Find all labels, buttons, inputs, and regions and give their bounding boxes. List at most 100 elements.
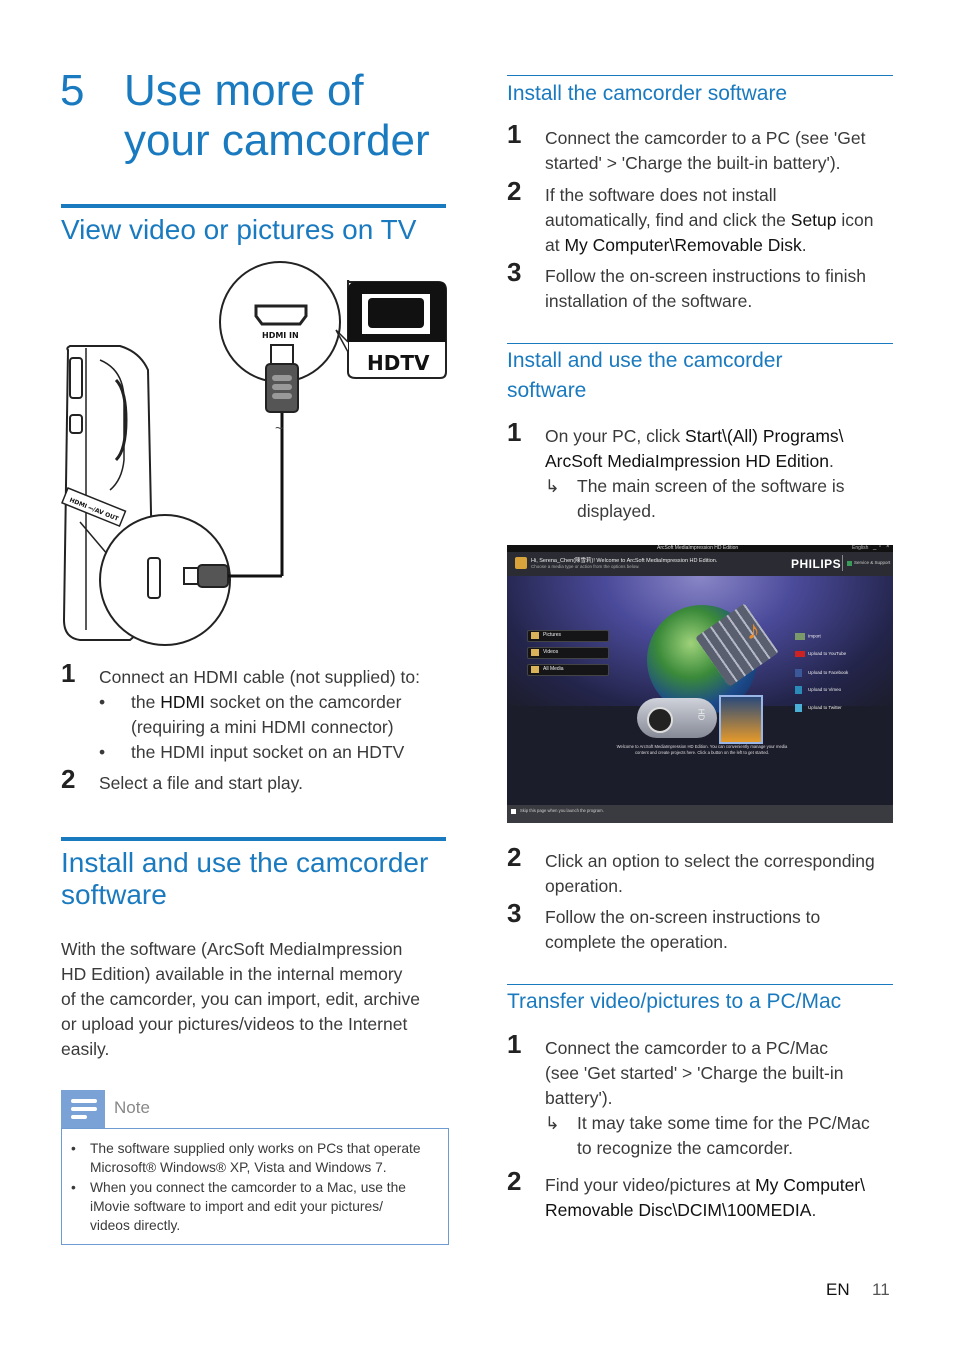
step-text: . [829, 451, 834, 471]
step-text: automatically, find and click the [545, 210, 791, 230]
button-label: All Media [543, 666, 564, 672]
note-text: Microsoft® Windows® XP, Vista and Window… [90, 1160, 387, 1175]
header-bar: Hi, Serena_Chen(陳雪莉)! Welcome to ArcSoft… [507, 552, 893, 576]
step-text: Connect the camcorder to a PC/Mac [545, 1038, 829, 1058]
minimize-icon[interactable]: _ [873, 545, 876, 550]
paragraph-line: or upload your pictures/videos to the In… [61, 1014, 408, 1034]
bullet-text: the HDMI input socket on an HDTV [131, 742, 405, 762]
close-icon[interactable]: × [886, 545, 890, 550]
note-icon [61, 1090, 105, 1128]
step-number: 3 [507, 257, 522, 287]
welcome-message: Welcome to ArcSoft MediaImpression HD Ed… [567, 744, 837, 755]
step-number: 1 [61, 658, 76, 688]
step-text: Find your video/pictures at [545, 1175, 756, 1195]
tv-step-2: 2 Select a file and start play. [61, 766, 451, 796]
path-text: ArcSoft MediaImpression HD Edition [545, 451, 829, 471]
camera-graphic: HD [637, 698, 717, 738]
tv-step-1-bullet-2: • the HDMI input socket on an HDTV [61, 740, 451, 765]
step-number: 2 [507, 842, 522, 872]
note-text: The software supplied only works on PCs … [90, 1141, 421, 1156]
import-action[interactable]: Import [795, 633, 821, 640]
step-text: Select a file and start play. [99, 773, 303, 793]
pictures-button[interactable]: Pictures [527, 630, 609, 642]
step-text: Connect the camcorder to a PC (see 'Get [545, 128, 866, 148]
note-text: videos directly. [90, 1218, 181, 1233]
twitter-action[interactable]: Upload to Twitter [795, 704, 842, 712]
subgreeting-text: Choose a media type or action from the o… [531, 564, 640, 569]
note-label: Note [114, 1098, 150, 1117]
vimeo-action[interactable]: Upload to Vimeo [795, 686, 841, 694]
step-number: 2 [507, 1166, 522, 1196]
paragraph-line: With the software (ArcSoft MediaImpressi… [61, 939, 403, 959]
support-icon [847, 561, 852, 566]
step-text: icon [836, 210, 874, 230]
step-number: 1 [507, 1029, 522, 1059]
action-label: Upload to Twitter [808, 705, 842, 711]
step-text: Click an option to select the correspond… [545, 851, 875, 871]
result-arrow-icon: ↳ [545, 1113, 560, 1133]
service-support-link[interactable]: Service & Support [854, 560, 890, 565]
youtube-action[interactable]: Upload to YouTube [795, 651, 846, 657]
software-section-heading: Install and use the camcorder software [61, 847, 428, 911]
paragraph-line: easily. [61, 1039, 110, 1059]
heading-line1: Install and use the camcorder [507, 349, 783, 372]
software-description: With the software (ArcSoft MediaImpressi… [61, 937, 451, 1062]
heading-line2: software [61, 879, 167, 910]
path-text: Removable Disc\DCIM\100MEDIA [545, 1200, 812, 1220]
youtube-icon [795, 651, 805, 657]
step-text: Follow the on-screen instructions to fin… [545, 266, 866, 286]
svg-text:~: ~ [275, 420, 283, 436]
action-label: Upload to Vimeo [808, 687, 842, 693]
chapter-title-line2: your camcorder [124, 116, 430, 165]
use-step-1: 1 On your PC, click Start\(All) Programs… [507, 419, 907, 524]
bullet-icon: • [99, 742, 106, 762]
step-number: 3 [507, 898, 522, 928]
install-step-3: 3 Follow the on-screen instructions to f… [507, 259, 907, 314]
heading-line1: Install and use the camcorder [61, 847, 429, 878]
skip-checkbox[interactable] [511, 809, 516, 814]
vimeo-icon [795, 686, 802, 694]
result-text: The main screen of the software is [577, 476, 845, 496]
all-media-button[interactable]: All Media [527, 664, 609, 676]
install-step-1: 1 Connect the camcorder to a PC (see 'Ge… [507, 121, 907, 176]
videos-button[interactable]: Videos [527, 647, 609, 659]
hd-badge: HD [696, 708, 706, 721]
chapter-number: 5 [60, 66, 85, 115]
photo-graphic [719, 695, 763, 744]
transfer-step-1: 1 Connect the camcorder to a PC/Mac (see… [507, 1031, 907, 1166]
language-code: EN [826, 1280, 850, 1299]
facebook-action[interactable]: Upload to Facebook [795, 669, 848, 677]
hdtv-icon: HDTV [335, 279, 447, 379]
transfer-step-2: 2 Find your video/pictures at My Compute… [507, 1168, 907, 1223]
step-number: 1 [507, 119, 522, 149]
bullet-icon: • [99, 692, 106, 712]
setup-icon-name: Setup [790, 210, 837, 230]
tv-section-heading: View video or pictures on TV [61, 214, 417, 245]
result-arrow-icon: ↳ [545, 476, 560, 496]
step-text: operation. [545, 876, 623, 896]
path-text: My Computer\Removable Disk [564, 235, 802, 255]
facebook-icon [795, 669, 802, 677]
note-text: iMovie software to import and edit your … [90, 1199, 383, 1214]
step-number: 2 [61, 764, 76, 794]
action-label: Import [808, 633, 821, 639]
use-step-3: 3 Follow the on-screen instructions to c… [507, 900, 907, 955]
bottom-bar: Skip this page when you launch the progr… [507, 805, 893, 823]
tv-step-1-bullet-1: • the HDMI socket on the camcorder (requ… [61, 690, 451, 740]
install-step-2: 2 If the software does not install autom… [507, 178, 907, 258]
language-select[interactable]: English [852, 545, 868, 551]
software-main-screen: ArcSoft MediaImpression HD Edition Engli… [507, 545, 893, 823]
user-avatar [515, 557, 527, 569]
path-text: Start\(All) Programs\ [685, 426, 844, 446]
step-number: 2 [507, 176, 522, 206]
step-text: battery'). [545, 1088, 613, 1108]
page-number: 11 [872, 1280, 890, 1299]
note-text: When you connect the camcorder to a Mac,… [90, 1180, 406, 1195]
button-label: Videos [543, 649, 559, 655]
section-divider [61, 837, 446, 841]
heading-line2: software [507, 379, 587, 402]
step-text: started' > 'Charge the built-in battery'… [545, 153, 841, 173]
restore-icon[interactable]: ▫ [879, 545, 881, 550]
button-label: Pictures [543, 632, 562, 638]
hdmi-in-port-icon [254, 304, 308, 326]
